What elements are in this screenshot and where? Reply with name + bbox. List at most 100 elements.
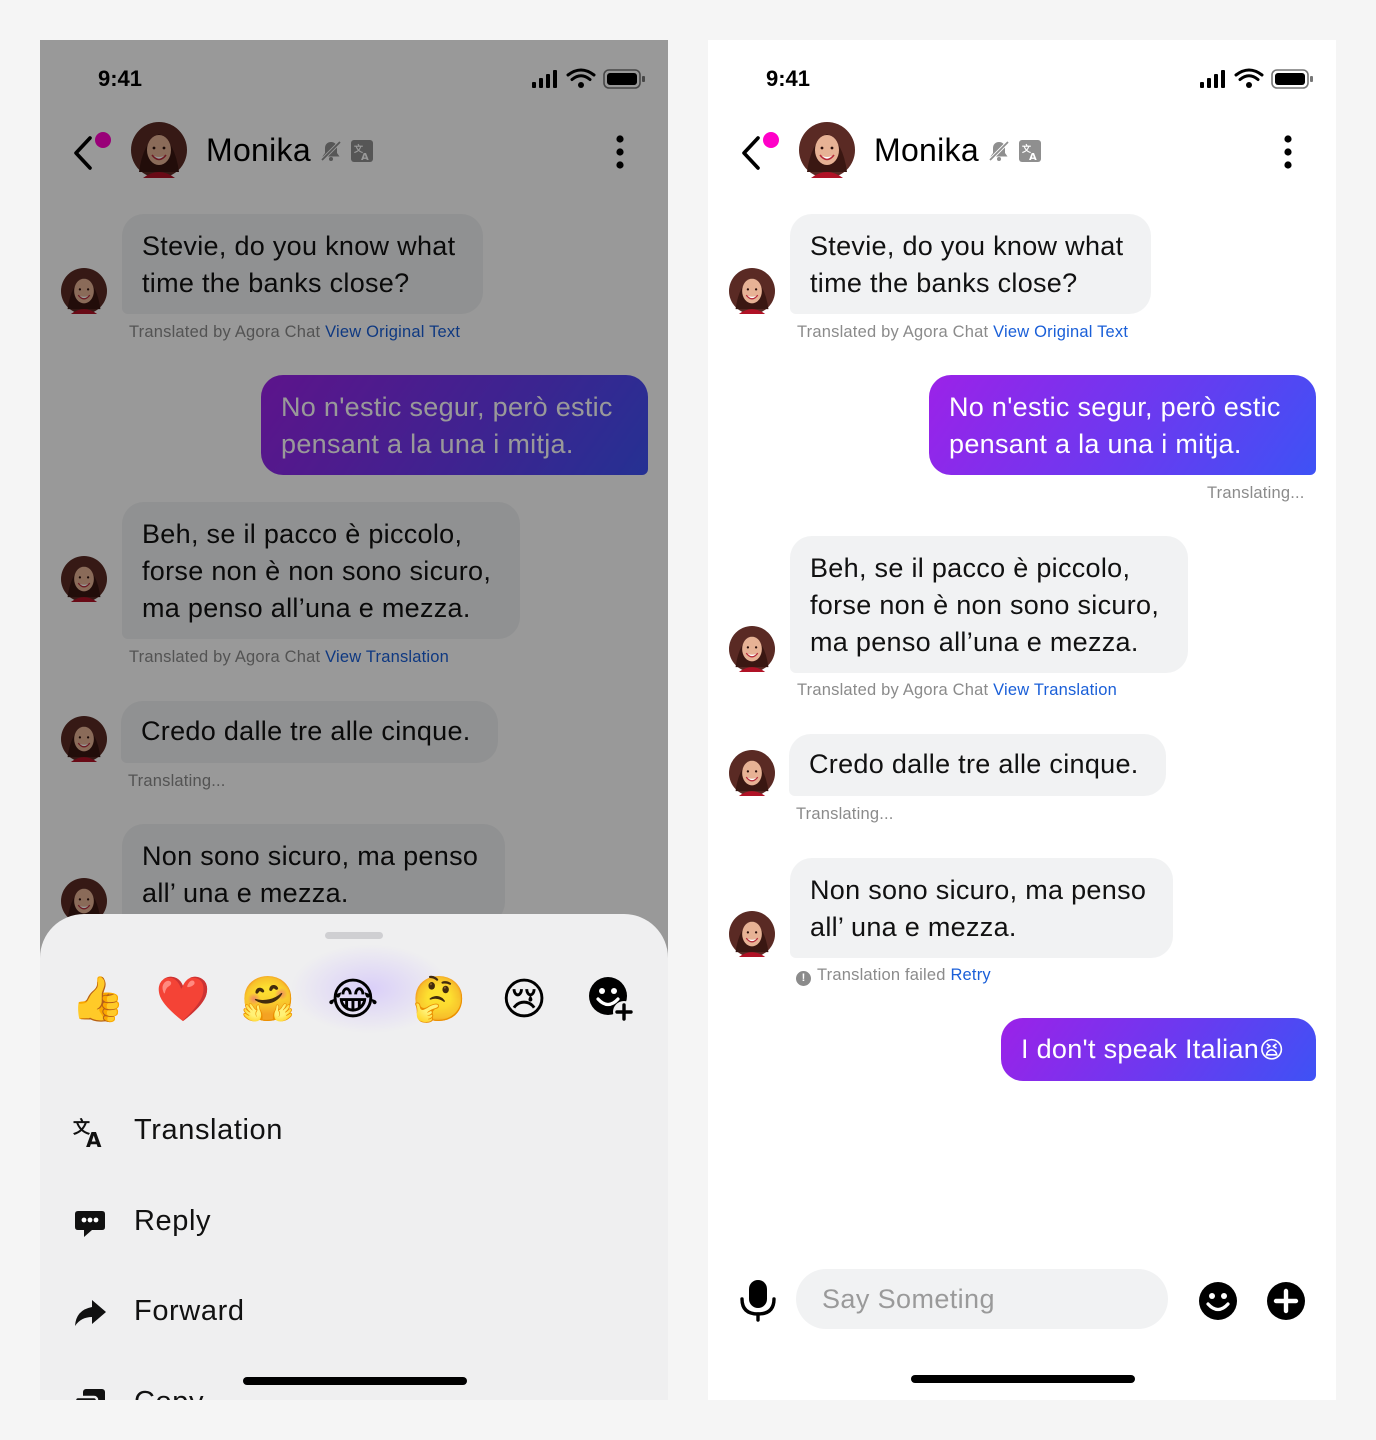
message-line: No n'estic segur, però estic	[949, 392, 1281, 422]
avatar[interactable]	[799, 122, 855, 178]
message-bubble-sent[interactable]: No n'estic segur, però estic pensant a l…	[929, 375, 1316, 475]
status-time: 9:41	[98, 66, 143, 91]
unread-dot	[95, 132, 111, 148]
translation-meta: Translated by Agora Chat View Translatio…	[129, 648, 449, 667]
contact-name[interactable]: Monika	[874, 132, 979, 169]
avatar[interactable]	[61, 268, 107, 314]
more-vertical-icon[interactable]	[1282, 134, 1294, 170]
view-original-link[interactable]: View Original Text	[325, 323, 460, 341]
home-indicator[interactable]	[243, 1377, 467, 1385]
status-time: 9:41	[766, 66, 811, 91]
avatar[interactable]	[729, 750, 775, 796]
message-line: time the banks close?	[810, 268, 1078, 298]
message-bubble-sent[interactable]: I don't speak Italian😫	[1001, 1018, 1316, 1081]
message-line: Non sono sicuro, ma penso	[142, 841, 479, 871]
translation-meta: Translated by Agora Chat View Original T…	[797, 323, 1128, 342]
message-bubble-received[interactable]: Credo dalle tre alle cinque.	[789, 734, 1166, 796]
translation-failed-text: Translation failed	[817, 966, 946, 984]
reaction-joy[interactable]: 😂	[325, 972, 381, 1028]
message-bubble-received[interactable]: Non sono sicuro, ma penso all’ una e mez…	[122, 824, 505, 924]
message-bubble-received[interactable]: Stevie, do you know what time the banks …	[122, 214, 483, 314]
translation-credit: Translated by Agora Chat	[129, 323, 321, 341]
translating-status: Translating...	[128, 772, 226, 790]
translation-failed-meta: ! Translation failed Retry	[796, 966, 991, 986]
translation-meta: Translated by Agora Chat View Original T…	[129, 323, 460, 342]
reaction-thumbs-up[interactable]: 👍	[70, 972, 126, 1028]
contact-name[interactable]: Monika	[206, 132, 311, 169]
message-line: ma penso all’una e mezza.	[810, 627, 1139, 657]
message-bubble-received[interactable]: Beh, se il pacco è piccolo, forse non è …	[122, 502, 520, 639]
menu-label: Forward	[134, 1295, 245, 1327]
message-bubble-received[interactable]: Credo dalle tre alle cinque.	[121, 701, 498, 763]
menu-item-forward[interactable]: Forward	[70, 1287, 630, 1337]
menu-item-reply[interactable]: Reply	[70, 1197, 630, 1247]
chat-screen-with-menu: 9:41 Monika Stevie, do you know what tim…	[40, 40, 668, 1400]
menu-item-translation[interactable]: Translation	[70, 1106, 630, 1156]
avatar[interactable]	[61, 556, 107, 602]
translating-status: Translating...	[796, 805, 894, 823]
emoji-add-icon[interactable]	[584, 972, 640, 1028]
translation-credit: Translated by Agora Chat	[797, 681, 989, 699]
translating-status: Translating...	[1207, 484, 1305, 502]
view-original-link[interactable]: View Original Text	[993, 323, 1128, 341]
message-text: I don't speak Italian	[1021, 1034, 1260, 1064]
avatar[interactable]	[729, 268, 775, 314]
message-line: Beh, se il pacco è piccolo,	[810, 553, 1131, 583]
translate-icon	[1018, 139, 1042, 163]
avatar[interactable]	[131, 122, 187, 178]
message-line: Credo dalle tre alle cinque.	[141, 716, 471, 746]
view-translation-link[interactable]: View Translation	[325, 648, 449, 666]
message-line: forse non è non sono sicuro,	[810, 590, 1160, 620]
translate-icon	[72, 1114, 108, 1150]
reaction-hug[interactable]: 🤗	[240, 972, 296, 1028]
message-bubble-received[interactable]: Stevie, do you know what time the banks …	[790, 214, 1151, 314]
message-action-sheet: 👍 ❤️ 🤗 😂 🤔 😢 Translation Reply Forward C…	[40, 914, 668, 1400]
status-icons	[1198, 68, 1318, 90]
message-line: Credo dalle tre alle cinque.	[809, 749, 1139, 779]
message-bubble-received[interactable]: Non sono sicuro, ma penso all’ una e mez…	[790, 858, 1173, 958]
avatar[interactable]	[729, 911, 775, 957]
message-line: No n'estic segur, però estic	[281, 392, 613, 422]
message-input[interactable]	[796, 1269, 1168, 1329]
reaction-bar: 👍 ❤️ 🤗 😂 🤔 😢	[70, 972, 642, 1028]
message-line: pensant a la una i mitja.	[281, 429, 574, 459]
message-line: I don't speak Italian😫	[1021, 1031, 1296, 1069]
chat-screen: 9:41 Monika Stevie, do you know what tim…	[708, 40, 1336, 1400]
reaction-heart[interactable]: ❤️	[155, 972, 211, 1028]
emoji-icon[interactable]	[1197, 1280, 1239, 1322]
unread-dot	[763, 132, 779, 148]
reaction-cry[interactable]: 😢	[496, 972, 552, 1028]
sheet-grabber[interactable]	[325, 932, 383, 939]
plus-circle-icon[interactable]	[1265, 1280, 1307, 1322]
bell-off-icon	[319, 139, 343, 163]
message-line: Non sono sicuro, ma penso	[810, 875, 1147, 905]
message-line: time the banks close?	[142, 268, 410, 298]
translation-meta: Translated by Agora Chat View Translatio…	[797, 681, 1117, 700]
avatar[interactable]	[61, 716, 107, 762]
menu-label: Translation	[134, 1114, 283, 1146]
more-vertical-icon[interactable]	[614, 134, 626, 170]
copy-icon	[72, 1386, 108, 1400]
view-translation-link[interactable]: View Translation	[993, 681, 1117, 699]
menu-label: Reply	[134, 1205, 212, 1237]
alert-icon: !	[796, 971, 811, 986]
message-line: Stevie, do you know what	[810, 231, 1124, 261]
bell-off-icon	[987, 139, 1011, 163]
reaction-thinking[interactable]: 🤔	[411, 972, 467, 1028]
message-line: Stevie, do you know what	[142, 231, 456, 261]
translation-credit: Translated by Agora Chat	[129, 648, 321, 666]
message-bubble-received[interactable]: Beh, se il pacco è piccolo, forse non è …	[790, 536, 1188, 673]
mic-icon[interactable]	[736, 1278, 780, 1322]
translation-credit: Translated by Agora Chat	[797, 323, 989, 341]
translate-icon	[350, 139, 374, 163]
message-bubble-sent[interactable]: No n'estic segur, però estic pensant a l…	[261, 375, 648, 475]
message-line: forse non è non sono sicuro,	[142, 556, 492, 586]
message-line: all’ una e mezza.	[810, 912, 1017, 942]
avatar[interactable]	[729, 626, 775, 672]
message-emoji: 😫	[1259, 1036, 1285, 1064]
message-line: all’ una e mezza.	[142, 878, 349, 908]
menu-label: Copy	[134, 1386, 204, 1400]
forward-icon	[72, 1295, 108, 1331]
retry-link[interactable]: Retry	[950, 966, 990, 984]
home-indicator[interactable]	[911, 1375, 1135, 1383]
